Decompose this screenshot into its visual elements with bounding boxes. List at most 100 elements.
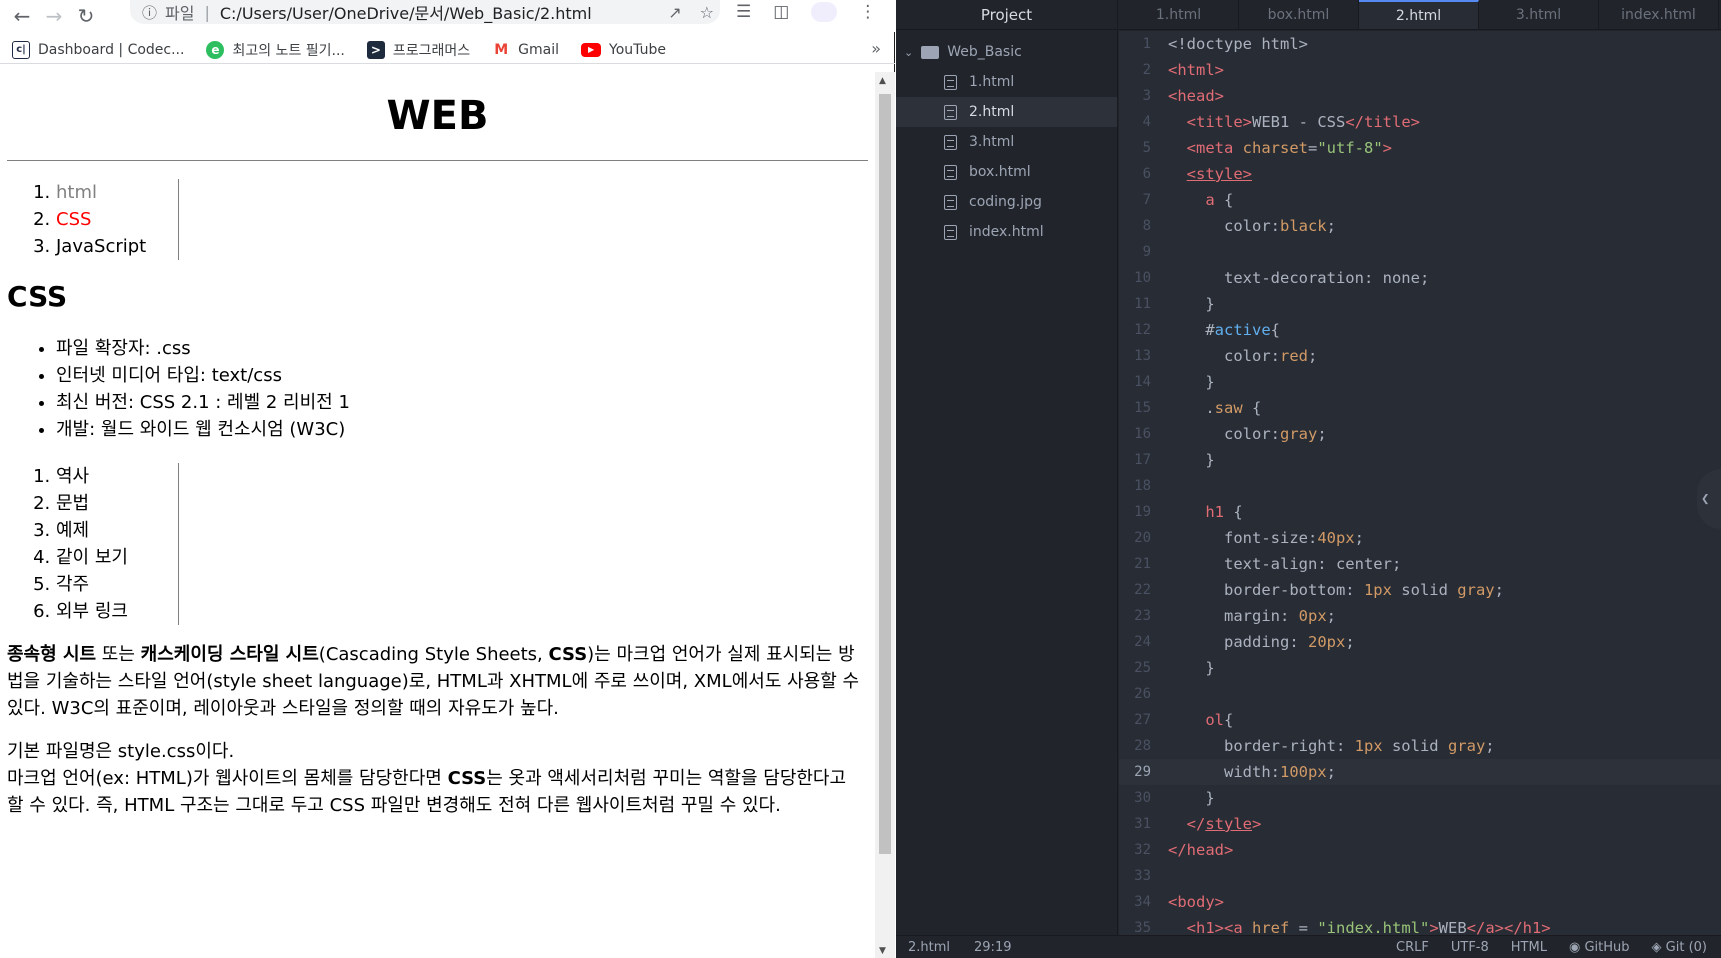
code-token: WEB1 - CSS (1252, 113, 1346, 131)
code-text: border-right: 1px solid gray; (1168, 733, 1495, 759)
code-line: 22 border-bottom: 1px solid gray; (1119, 577, 1721, 603)
toc-link-css[interactable]: CSS (56, 209, 91, 230)
line-number: 1 (1142, 36, 1151, 52)
code-token: ; (1307, 347, 1318, 365)
line-number: 28 (1134, 738, 1151, 754)
code-token: ol (1205, 711, 1224, 729)
status-cursor-position[interactable]: 29:19 (974, 940, 1011, 955)
code-text: <body> (1168, 889, 1224, 915)
editor-tab[interactable]: index.html (1599, 0, 1719, 29)
code-text: <html> (1168, 57, 1224, 83)
address-bar[interactable]: ⓘ 파일 | C:/Users/User/OneDrive/문서/Web_Bas… (130, 0, 720, 24)
toc-link-html[interactable]: html (56, 182, 97, 203)
code-token: padding: (1168, 633, 1308, 651)
bookmark-label: 프로그래머스 (392, 42, 471, 59)
tree-file-item[interactable]: 3.html (896, 127, 1117, 157)
bookmark-gmail[interactable]: M Gmail (492, 41, 559, 59)
code-token: } (1168, 451, 1215, 469)
code-token: ; (1326, 763, 1336, 781)
tree-file-item[interactable]: 1.html (896, 67, 1117, 97)
tree-root-folder[interactable]: ⌄ Web_Basic (896, 37, 1117, 67)
line-number: 21 (1134, 556, 1151, 572)
forward-arrow-icon[interactable]: → (38, 0, 70, 32)
code-token: WEB (1438, 919, 1467, 935)
project-tree: Project ⌄ Web_Basic 1.html 2.html 3.html bo… (896, 0, 1118, 935)
info-icon[interactable]: ⓘ (142, 2, 157, 23)
editor-tab[interactable]: box.html (1239, 0, 1359, 29)
code-token: color: (1168, 217, 1280, 235)
chevron-down-icon: ⌄ (904, 45, 914, 59)
tree-file-item[interactable]: box.html (896, 157, 1117, 187)
url-separator: | (204, 2, 210, 22)
toc-link-javascript[interactable]: JavaScript (56, 236, 146, 257)
share-icon[interactable]: ↗ (668, 3, 681, 22)
code-token: ; (1494, 581, 1504, 599)
back-arrow-icon[interactable]: ← (6, 0, 38, 32)
toc-item-javascript: JavaScript (56, 233, 178, 260)
code-editor-window: Project ⌄ Web_Basic 1.html 2.html 3.html bo… (896, 0, 1721, 958)
tree-file-item[interactable]: coding.jpg (896, 187, 1117, 217)
code-token: text-decoration: none; (1168, 269, 1430, 287)
code-line: 28 border-right: 1px solid gray; (1119, 733, 1721, 759)
line-number: 3 (1142, 88, 1151, 104)
line-number: 18 (1134, 478, 1151, 494)
code-token: active (1214, 321, 1271, 339)
side-panel-icon[interactable]: ◫ (773, 2, 789, 22)
tree-file-item[interactable]: 2.html (896, 97, 1117, 127)
bookmark-youtube[interactable]: ▶ YouTube (581, 42, 666, 58)
bookmark-evernote[interactable]: e 최고의 노트 필기... (206, 40, 345, 60)
more-menu-icon[interactable]: ⋮ (859, 2, 876, 22)
status-github[interactable]: ◉ GitHub (1569, 940, 1630, 955)
home-link[interactable]: WEB (387, 93, 489, 139)
line-number: 35 (1134, 920, 1151, 935)
status-right-group: CRLF UTF-8 HTML ◉ GitHub ◈ Git (0) (1396, 936, 1707, 958)
code-token: href (1252, 919, 1290, 935)
code-token: color: (1168, 425, 1280, 443)
editor-tab[interactable]: 1.html (1119, 0, 1239, 29)
code-line: 2 <html> (1119, 57, 1721, 83)
code-text: } (1168, 655, 1214, 681)
scrollbar-thumb[interactable] (879, 94, 891, 854)
code-token: ; (1345, 633, 1355, 651)
code-token: h1 (1205, 503, 1224, 521)
line-number: 24 (1134, 634, 1151, 650)
status-file-name[interactable]: 2.html (908, 940, 950, 955)
reload-icon[interactable]: ↻ (70, 0, 102, 32)
media-control-icon[interactable]: ☰ (736, 2, 751, 22)
paragraph-line: 기본 파일명은 style.css이다. (7, 741, 235, 762)
tree-file-label: 3.html (969, 134, 1015, 150)
bookmark-star-icon[interactable]: ☆ (700, 3, 714, 22)
section-item: 외부 링크 (56, 598, 178, 625)
code-token: gray (1279, 425, 1318, 443)
editor-tab[interactable]: 2.html (1359, 0, 1479, 29)
tree-file-label: coding.jpg (969, 194, 1042, 210)
code-token: saw (1214, 399, 1243, 417)
code-token: } (1168, 295, 1215, 313)
code-text: <style> (1168, 161, 1252, 187)
code-token: </title> (1345, 113, 1420, 131)
section-item: 역사 (56, 463, 178, 490)
scroll-down-arrow-icon[interactable]: ▼ (879, 946, 886, 956)
code-area[interactable]: 1 <!doctype html> 2 <html> 3 <head> 4 <title>W… (1119, 31, 1721, 935)
code-token: charset (1242, 139, 1308, 157)
status-encoding[interactable]: UTF-8 (1451, 940, 1489, 955)
status-git[interactable]: ◈ Git (0) (1652, 940, 1707, 955)
code-token: width: (1168, 763, 1280, 781)
status-line-ending[interactable]: CRLF (1396, 940, 1429, 955)
bookmarks-overflow-button[interactable]: » (871, 39, 881, 58)
code-text: ol{ (1168, 707, 1233, 733)
paragraph-text: 마크업 언어(ex: HTML)가 웹사이트의 몸체를 담당한다면 (7, 768, 448, 789)
file-icon (944, 164, 957, 180)
url-text[interactable]: C:/Users/User/OneDrive/문서/Web_Basic/2.ht… (220, 0, 592, 24)
profile-avatar[interactable] (811, 2, 838, 22)
code-line: 27 ol{ (1119, 707, 1721, 733)
code-line: 23 margin: 0px; (1119, 603, 1721, 629)
status-grammar[interactable]: HTML (1511, 940, 1547, 955)
editor-tab[interactable]: 3.html (1479, 0, 1599, 29)
tree-file-item[interactable]: index.html (896, 217, 1117, 247)
bookmark-programmers[interactable]: > 프로그래머스 (366, 40, 471, 60)
bookmark-codecademy[interactable]: c| Dashboard | Codec... (12, 40, 184, 59)
page-scrollbar[interactable]: ▲ ▼ (875, 72, 895, 958)
scroll-up-arrow-icon[interactable]: ▲ (879, 76, 886, 86)
